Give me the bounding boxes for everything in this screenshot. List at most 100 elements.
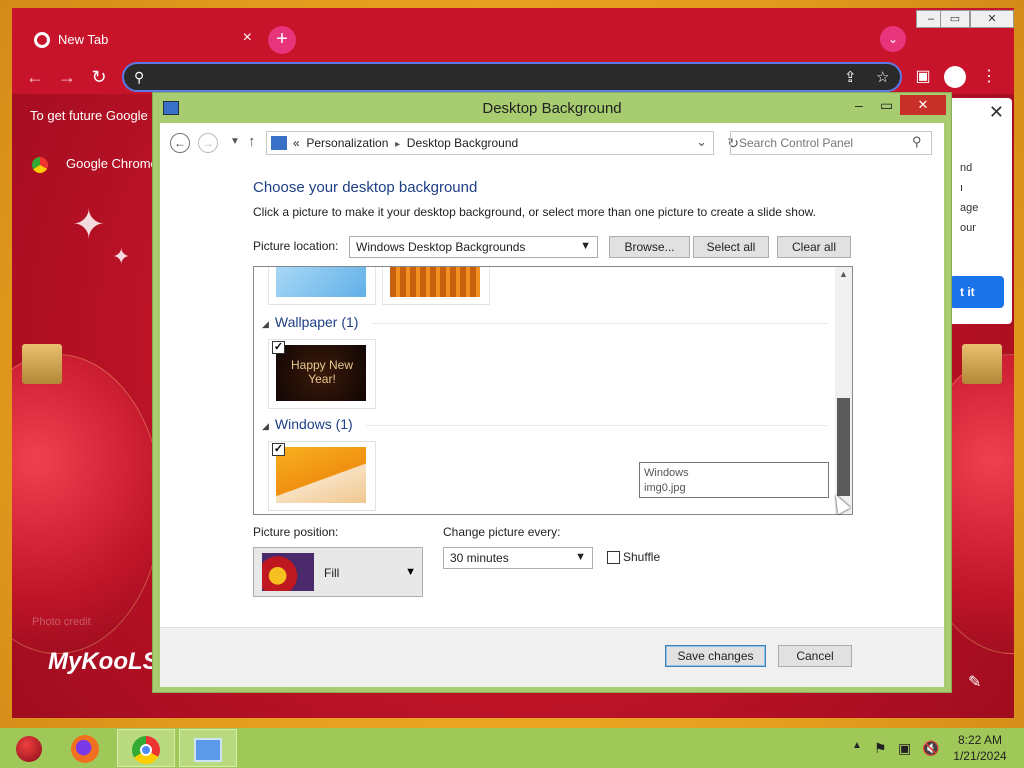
picture-location-select[interactable]: Windows Desktop Backgrounds ▼ bbox=[349, 236, 598, 258]
popup-got-it-button[interactable]: t it bbox=[950, 276, 1004, 308]
group-header-wallpaper[interactable]: ◢ Wallpaper (1) bbox=[262, 314, 358, 330]
start-ornament-icon bbox=[16, 735, 42, 762]
chrome-icon bbox=[132, 735, 160, 764]
side-panel-icon[interactable]: ▣ bbox=[912, 66, 934, 88]
shuffle-label: Shuffle bbox=[623, 550, 661, 564]
search-icon: ⚲ bbox=[134, 69, 145, 85]
gallery-scrollbar[interactable]: ▲ ▼ bbox=[835, 267, 852, 514]
change-picture-select[interactable]: 30 minutes ▼ bbox=[443, 547, 593, 569]
breadcrumb-overflow[interactable]: « bbox=[293, 136, 300, 150]
clock-date: 1/21/2024 bbox=[953, 749, 1007, 763]
taskbar-firefox[interactable] bbox=[56, 729, 114, 767]
picture-thumbnail[interactable] bbox=[268, 267, 376, 305]
sparkle-decoration: ✦ bbox=[112, 244, 131, 269]
photo-credit-text: Photo credit bbox=[32, 616, 91, 628]
maximize-button[interactable]: ▭ bbox=[940, 10, 970, 28]
search-icon[interactable]: ⚲ bbox=[912, 134, 922, 150]
network-icon[interactable]: ▣ bbox=[898, 740, 911, 757]
scroll-thumb[interactable] bbox=[837, 398, 850, 496]
taskbar-chrome[interactable] bbox=[117, 729, 175, 767]
picture-position-select[interactable]: Fill ▼ bbox=[253, 547, 423, 597]
bookmark-star-icon[interactable]: ☆ bbox=[876, 68, 889, 86]
popup-close-icon[interactable]: ✕ bbox=[989, 102, 1004, 123]
omnibox-input[interactable]: ⚲ ⇪ ☆ bbox=[122, 62, 902, 92]
group-divider bbox=[372, 323, 828, 324]
group-header-windows[interactable]: ◢ Windows (1) bbox=[262, 416, 353, 432]
close-button[interactable]: ✕ bbox=[970, 10, 1014, 28]
scroll-up-icon[interactable]: ▲ bbox=[839, 269, 848, 279]
clear-all-button[interactable]: Clear all bbox=[777, 236, 851, 258]
ornament-cap-decoration bbox=[22, 344, 62, 384]
breadcrumb-personalization[interactable]: Personalization bbox=[306, 136, 388, 150]
collapse-triangle-icon[interactable]: ◢ bbox=[262, 319, 269, 329]
sparkle-decoration: ✦ bbox=[72, 203, 106, 247]
shuffle-checkbox[interactable]: Shuffle bbox=[607, 550, 660, 564]
start-button[interactable] bbox=[0, 729, 58, 767]
chevron-down-icon: ▼ bbox=[580, 240, 591, 252]
desktop-background-dialog: Desktop Background – ▭ ✕ ← → ▼ ↑ « Perso… bbox=[152, 92, 952, 693]
dialog-footer: Save changes Cancel bbox=[160, 627, 944, 687]
action-center-flag-icon[interactable]: ⚑ bbox=[874, 740, 887, 757]
address-dropdown-icon[interactable]: ⌄ bbox=[696, 134, 707, 150]
search-control-panel-input[interactable]: Search Control Panel bbox=[730, 131, 932, 155]
dialog-close-button[interactable]: ✕ bbox=[900, 95, 946, 115]
customize-pencil-icon[interactable]: ✎ bbox=[968, 672, 981, 692]
tab-new-tab[interactable]: New Tab × bbox=[24, 24, 260, 56]
popup-text: ı bbox=[960, 182, 964, 194]
control-panel-icon bbox=[194, 737, 222, 762]
control-panel-icon bbox=[271, 136, 287, 150]
address-bar[interactable]: « Personalization ▸ Desktop Background ⌄… bbox=[266, 131, 739, 155]
menu-kebab-icon[interactable]: ⋮ bbox=[978, 66, 1000, 88]
thumbnail-image bbox=[276, 267, 366, 297]
reload-icon[interactable]: ↻ bbox=[88, 66, 110, 88]
picture-location-label: Picture location: bbox=[253, 239, 339, 253]
show-hidden-icons-icon[interactable]: ▲ bbox=[852, 740, 862, 751]
ornament-cap-decoration bbox=[962, 344, 1002, 384]
chevron-down-icon: ▼ bbox=[405, 566, 416, 578]
picture-thumbnail[interactable] bbox=[382, 267, 490, 305]
chevron-down-icon: ▼ bbox=[575, 551, 586, 563]
tab-search-button[interactable]: ⌄ bbox=[880, 26, 906, 52]
picture-position-label: Picture position: bbox=[253, 525, 339, 539]
tooltip-line: Windows bbox=[644, 467, 689, 479]
forward-icon[interactable]: → bbox=[198, 133, 218, 153]
brand-text: MyKooLS bbox=[48, 648, 159, 675]
ornament-decoration bbox=[12, 354, 162, 654]
promo-popup: ✕ nd ı age our t it bbox=[942, 98, 1012, 324]
profile-avatar[interactable] bbox=[944, 66, 966, 88]
tab-close-icon[interactable]: × bbox=[243, 29, 252, 47]
collapse-triangle-icon[interactable]: ◢ bbox=[262, 421, 269, 431]
firefox-icon bbox=[71, 734, 99, 763]
volume-muted-icon[interactable]: 🔇 bbox=[922, 740, 939, 757]
cancel-button[interactable]: Cancel bbox=[778, 645, 852, 667]
save-changes-button[interactable]: Save changes bbox=[665, 645, 766, 667]
windows-checkbox[interactable]: ✓ bbox=[272, 443, 285, 456]
share-icon[interactable]: ⇪ bbox=[844, 68, 857, 86]
thumbnail-text: Happy New Year! bbox=[290, 358, 354, 386]
google-chrome-link[interactable]: Google Chrome bbox=[32, 156, 158, 173]
page-description: Click a picture to make it your desktop … bbox=[253, 205, 816, 219]
clock[interactable]: 8:22 AM 1/21/2024 bbox=[944, 732, 1016, 764]
up-arrow-icon[interactable]: ↑ bbox=[248, 133, 256, 150]
checkbox-box[interactable] bbox=[607, 551, 620, 564]
position-preview-image bbox=[262, 553, 314, 591]
new-tab-button[interactable]: + bbox=[268, 26, 296, 54]
dialog-maximize-button[interactable]: ▭ bbox=[880, 97, 893, 114]
breadcrumb-desktop-background[interactable]: Desktop Background bbox=[407, 136, 518, 150]
breadcrumb-separator-icon[interactable]: ▸ bbox=[395, 139, 400, 150]
wallpaper-checkbox[interactable]: ✓ bbox=[272, 341, 285, 354]
browse-button[interactable]: Browse... bbox=[609, 236, 690, 258]
back-icon[interactable]: ← bbox=[170, 133, 190, 153]
dialog-minimize-button[interactable]: – bbox=[855, 97, 863, 113]
taskbar-control-panel[interactable] bbox=[179, 729, 237, 767]
change-picture-value: 30 minutes bbox=[450, 551, 509, 565]
tooltip-line: img0.jpg bbox=[644, 482, 686, 494]
navigation-bar: ← → ▼ ↑ « Personalization ▸ Desktop Back… bbox=[160, 123, 944, 159]
popup-text: nd bbox=[960, 162, 973, 174]
page-title: Choose your desktop background bbox=[253, 179, 478, 196]
select-all-button[interactable]: Select all bbox=[693, 236, 769, 258]
recent-pages-chevron-icon[interactable]: ▼ bbox=[230, 136, 240, 147]
back-icon[interactable]: ← bbox=[24, 66, 46, 88]
forward-icon[interactable]: → bbox=[56, 66, 78, 88]
popup-text: our bbox=[960, 222, 976, 234]
